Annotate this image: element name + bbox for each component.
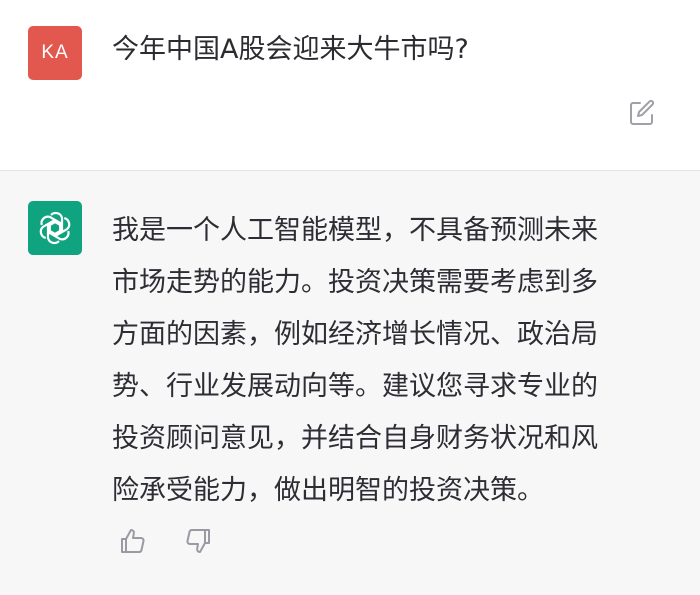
assistant-text-line: 方面的因素，例如经济增长情况、政治局	[112, 319, 598, 350]
thumbs-down-icon[interactable]	[183, 526, 213, 556]
thumbs-up-icon[interactable]	[118, 526, 148, 556]
user-message: KA 今年中国A股会迎来大牛市吗?	[0, 0, 700, 171]
user-avatar: KA	[28, 26, 82, 80]
user-message-text: 今年中国A股会迎来大牛市吗?	[112, 34, 469, 65]
assistant-text-line: 险承受能力，做出明智的投资决策。	[112, 475, 544, 506]
assistant-text-line: 投资顾问意见，并结合自身财务状况和风	[112, 423, 598, 454]
assistant-message: 我是一个人工智能模型，不具备预测未来 市场走势的能力。投资决策需要考虑到多 方面…	[0, 171, 700, 595]
assistant-text-line: 市场走势的能力。投资决策需要考虑到多	[112, 267, 598, 298]
openai-logo-icon	[39, 211, 71, 245]
assistant-text-line: 势、行业发展动向等。建议您寻求专业的	[112, 371, 598, 402]
assistant-text-line: 我是一个人工智能模型，不具备预测未来	[112, 215, 598, 246]
assistant-avatar	[28, 201, 82, 255]
assistant-message-text: 我是一个人工智能模型，不具备预测未来 市场走势的能力。投资决策需要考虑到多 方面…	[112, 205, 672, 517]
edit-icon[interactable]	[627, 98, 657, 128]
